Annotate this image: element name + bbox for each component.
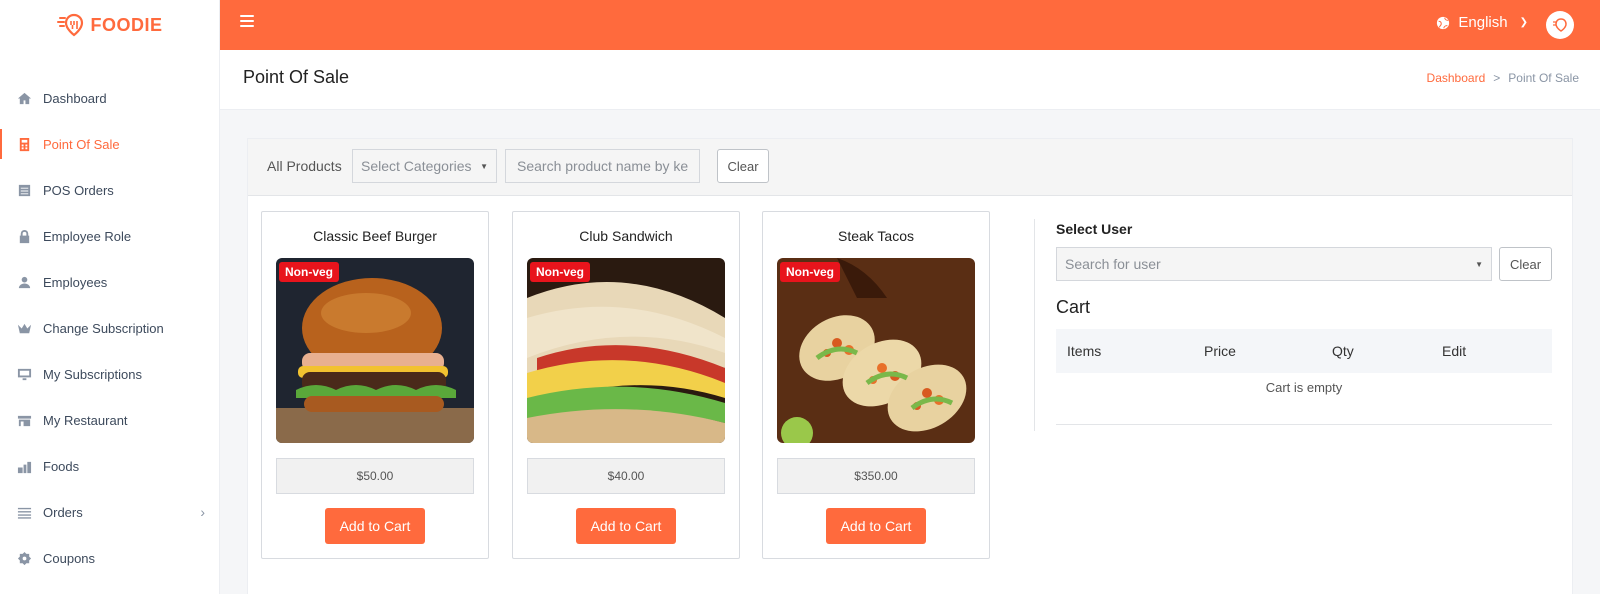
sidebar-item-coupons[interactable]: Coupons	[0, 535, 219, 581]
cart-table: Items Price Qty Edit Cart is empty	[1056, 329, 1552, 425]
category-select[interactable]: Select Categories ▼	[352, 149, 497, 183]
food-icon	[16, 458, 32, 474]
select-user-label: Select User	[1056, 221, 1133, 237]
user-icon	[16, 274, 32, 290]
product-badge: Non-veg	[530, 262, 590, 282]
sandwich-image	[527, 258, 725, 443]
all-products-label: All Products	[267, 158, 342, 174]
user-avatar[interactable]	[1546, 11, 1574, 39]
caret-down-icon: ▼	[480, 162, 488, 171]
sidebar-menu: Dashboard Point Of Sale POS Orders Emplo…	[0, 75, 219, 581]
cart-panel: Select User Search for user ▼ Clear Cart…	[1056, 211, 1556, 425]
sidebar: FOODIE Dashboard Point Of Sale POS Order…	[0, 0, 220, 594]
store-icon	[16, 412, 32, 428]
menu-lines-icon	[16, 504, 32, 520]
column-header-price: Price	[1204, 343, 1236, 359]
page-title: Point Of Sale	[243, 67, 350, 87]
sidebar-item-point-of-sale[interactable]: Point Of Sale	[0, 121, 219, 167]
clear-filter-button[interactable]: Clear	[717, 149, 769, 183]
chevron-right-icon: ›	[200, 504, 205, 520]
crown-icon	[16, 320, 32, 336]
cart-table-header: Items Price Qty Edit	[1056, 329, 1552, 373]
product-price: $350.00	[777, 458, 975, 494]
logo-icon	[57, 13, 84, 37]
column-header-items: Items	[1067, 343, 1102, 359]
hamburger-menu-icon[interactable]	[240, 15, 254, 27]
sidebar-item-foods[interactable]: Foods	[0, 443, 219, 489]
list-icon	[16, 182, 32, 198]
globe-icon	[1437, 16, 1450, 29]
cart-empty-message: Cart is empty	[1056, 373, 1552, 425]
gear-badge-icon	[16, 550, 32, 566]
breadcrumb-separator: >	[1493, 71, 1501, 85]
sidebar-item-pos-orders[interactable]: POS Orders	[0, 167, 219, 213]
sidebar-item-dashboard[interactable]: Dashboard	[0, 75, 219, 121]
product-badge: Non-veg	[780, 262, 840, 282]
user-select-placeholder: Search for user	[1065, 256, 1161, 272]
product-card: Club Sandwich Non-veg $40.00 Add to Cart	[512, 211, 740, 559]
language-label: English	[1458, 14, 1508, 31]
user-search-select[interactable]: Search for user ▼	[1056, 247, 1492, 281]
vertical-divider	[1034, 219, 1035, 431]
add-to-cart-button[interactable]: Add to Cart	[576, 508, 676, 544]
product-card: Classic Beef Burger Non-veg $50.00 Add t…	[261, 211, 489, 559]
tacos-image	[777, 258, 975, 443]
product-price: $50.00	[276, 458, 474, 494]
breadcrumb-dashboard-link[interactable]: Dashboard	[1427, 71, 1486, 85]
sidebar-item-label: Point Of Sale	[43, 136, 120, 152]
clear-user-button[interactable]: Clear	[1499, 247, 1552, 281]
product-search-input[interactable]	[505, 149, 700, 183]
calculator-icon	[16, 136, 32, 152]
brand-logo[interactable]: FOODIE	[0, 0, 219, 50]
brand-name: FOODIE	[90, 14, 163, 35]
sidebar-item-label: Employees	[43, 274, 108, 290]
caret-down-icon: ▼	[1475, 260, 1483, 269]
product-badge: Non-veg	[279, 262, 339, 282]
burger-image	[276, 258, 474, 443]
lock-icon	[16, 228, 32, 244]
sidebar-item-orders[interactable]: Orders ›	[0, 489, 219, 535]
sidebar-item-my-restaurant[interactable]: My Restaurant	[0, 397, 219, 443]
page-title-bar: Point Of Sale Dashboard > Point Of Sale	[220, 50, 1600, 110]
category-select-placeholder: Select Categories	[361, 158, 472, 174]
sidebar-item-label: Change Subscription	[43, 320, 164, 336]
language-selector[interactable]: English ❯	[1436, 14, 1528, 31]
sidebar-item-label: Dashboard	[43, 90, 107, 106]
breadcrumb-current: Point Of Sale	[1508, 71, 1579, 85]
pos-card: All Products Select Categories ▼ Clear C…	[247, 138, 1573, 594]
product-card: Steak Tacos Non-veg $350.00 Add to Cart	[762, 211, 990, 559]
sidebar-item-employee-role[interactable]: Employee Role	[0, 213, 219, 259]
add-to-cart-button[interactable]: Add to Cart	[325, 508, 425, 544]
product-name: Club Sandwich	[579, 228, 673, 244]
add-to-cart-button[interactable]: Add to Cart	[826, 508, 926, 544]
product-name: Classic Beef Burger	[313, 228, 437, 244]
product-price: $40.00	[527, 458, 725, 494]
sidebar-item-label: POS Orders	[43, 182, 114, 198]
breadcrumb: Dashboard > Point Of Sale	[1427, 71, 1579, 85]
sidebar-item-label: My Restaurant	[43, 412, 128, 428]
sidebar-item-label: My Subscriptions	[43, 366, 142, 382]
product-filter-bar: All Products Select Categories ▼ Clear	[248, 139, 1572, 196]
cart-title: Cart	[1056, 297, 1091, 317]
sidebar-item-employees[interactable]: Employees	[0, 259, 219, 305]
chevron-down-icon: ❯	[1519, 17, 1528, 28]
product-image[interactable]: Non-veg	[777, 258, 975, 443]
product-image[interactable]: Non-veg	[527, 258, 725, 443]
home-icon	[16, 90, 32, 106]
column-header-edit: Edit	[1442, 343, 1467, 359]
sidebar-item-label: Foods	[43, 458, 80, 474]
monitor-icon	[16, 366, 32, 382]
column-header-qty: Qty	[1332, 343, 1354, 359]
sidebar-item-label: Employee Role	[43, 228, 132, 244]
sidebar-item-label: Orders	[43, 504, 83, 520]
sidebar-item-my-subscriptions[interactable]: My Subscriptions	[0, 351, 219, 397]
product-image[interactable]: Non-veg	[276, 258, 474, 443]
sidebar-item-label: Coupons	[43, 550, 96, 566]
sidebar-item-change-subscription[interactable]: Change Subscription	[0, 305, 219, 351]
top-header: English ❯	[220, 0, 1600, 50]
avatar-logo-icon	[1553, 18, 1567, 32]
product-name: Steak Tacos	[837, 228, 914, 244]
